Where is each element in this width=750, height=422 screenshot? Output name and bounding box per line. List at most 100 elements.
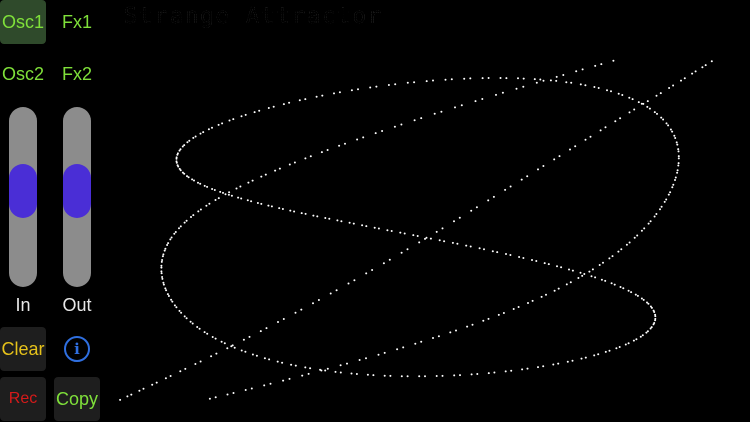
trace-point (304, 98, 307, 101)
trace-point (206, 185, 209, 188)
trace-point (654, 317, 657, 320)
trace-point (381, 130, 384, 132)
trace-point (336, 219, 339, 222)
oscilloscope-display[interactable] (106, 0, 750, 422)
trace-point (237, 196, 240, 199)
trace-point (202, 131, 205, 134)
trace-point (677, 155, 680, 158)
trace-point (176, 164, 179, 167)
clear-button[interactable]: Clear (0, 327, 46, 371)
trace-point (555, 79, 558, 82)
trace-point (571, 359, 574, 362)
trace-point (288, 377, 291, 380)
trace-point (400, 375, 403, 378)
trace-point (183, 144, 186, 147)
out-slider[interactable] (63, 107, 91, 287)
trace-point (184, 367, 187, 370)
trace-point (167, 242, 170, 245)
trace-point (640, 297, 643, 300)
trace-point (476, 373, 479, 375)
trace-point (335, 289, 338, 292)
trace-point (319, 368, 322, 371)
trace-point (178, 167, 181, 170)
out-slider-thumb[interactable] (63, 163, 91, 218)
trace-point (612, 59, 615, 62)
trace-point (424, 375, 426, 378)
trace-point (390, 230, 393, 232)
info-button[interactable]: i (54, 327, 100, 371)
fx1-button[interactable]: Fx1 (54, 0, 100, 44)
trace-point (176, 152, 179, 155)
trace-point (691, 72, 694, 75)
trace-point (365, 225, 368, 228)
trace-point (460, 104, 463, 107)
trace-point (598, 264, 601, 266)
in-slider[interactable] (9, 107, 37, 287)
trace-point (653, 322, 656, 324)
trace-point (591, 268, 594, 271)
trace-point (265, 327, 268, 330)
in-slider-thumb[interactable] (9, 163, 37, 218)
trace-point (214, 199, 217, 201)
trace-point (211, 336, 214, 338)
trace-point (208, 202, 211, 205)
trace-point (338, 144, 341, 147)
trace-point (540, 295, 543, 298)
copy-button[interactable]: Copy (54, 377, 100, 421)
trace-point (639, 335, 642, 338)
trace-point (321, 94, 324, 97)
fx2-button[interactable]: Fx2 (54, 52, 100, 96)
trace-point (161, 276, 164, 278)
trace-point (562, 74, 565, 76)
trace-point (185, 317, 188, 320)
trace-point (235, 187, 238, 190)
trace-point (250, 200, 253, 203)
trace-point (470, 373, 473, 376)
trace-point (394, 83, 397, 86)
trace-point (268, 358, 271, 361)
trace-point (309, 155, 312, 158)
trace-point (569, 281, 572, 284)
trace-point (655, 213, 658, 215)
trace-point (196, 326, 199, 328)
trace-point (444, 78, 447, 81)
trace-point (677, 157, 680, 160)
fx1-label: Fx1 (61, 11, 92, 32)
trace-point (226, 393, 229, 396)
trace-point (545, 293, 547, 296)
rec-button[interactable]: Rec (0, 377, 46, 421)
trace-point (350, 372, 353, 375)
trace-point (413, 119, 416, 122)
trace-point (636, 234, 639, 237)
trace-point (333, 92, 335, 95)
trace-point (374, 132, 377, 135)
osc1-button[interactable]: Osc1 (0, 0, 46, 44)
trace-point (366, 373, 369, 376)
trace-point (169, 238, 172, 241)
trace-point (646, 330, 649, 333)
trace-point (643, 227, 646, 230)
trace-point (316, 215, 319, 218)
trace-point (250, 387, 253, 390)
trace-point (242, 338, 245, 341)
trace-point (317, 299, 320, 301)
trace-point (372, 374, 375, 377)
trace-point (304, 366, 307, 369)
trace-point (459, 374, 461, 377)
trace-point (510, 369, 513, 372)
trace-point (278, 167, 281, 170)
trace-point (267, 107, 270, 109)
trace-point (677, 162, 680, 165)
trace-point (289, 209, 292, 212)
trace-point (565, 81, 568, 84)
trace-point (119, 398, 122, 401)
trace-point (260, 202, 263, 205)
trace-point (166, 293, 169, 296)
trace-point (669, 128, 672, 131)
trace-point (373, 226, 376, 229)
trace-point (151, 383, 154, 386)
trace-point (416, 235, 419, 237)
osc2-button[interactable]: Osc2 (0, 52, 46, 96)
trace-point (704, 64, 707, 67)
trace-point (326, 367, 329, 370)
